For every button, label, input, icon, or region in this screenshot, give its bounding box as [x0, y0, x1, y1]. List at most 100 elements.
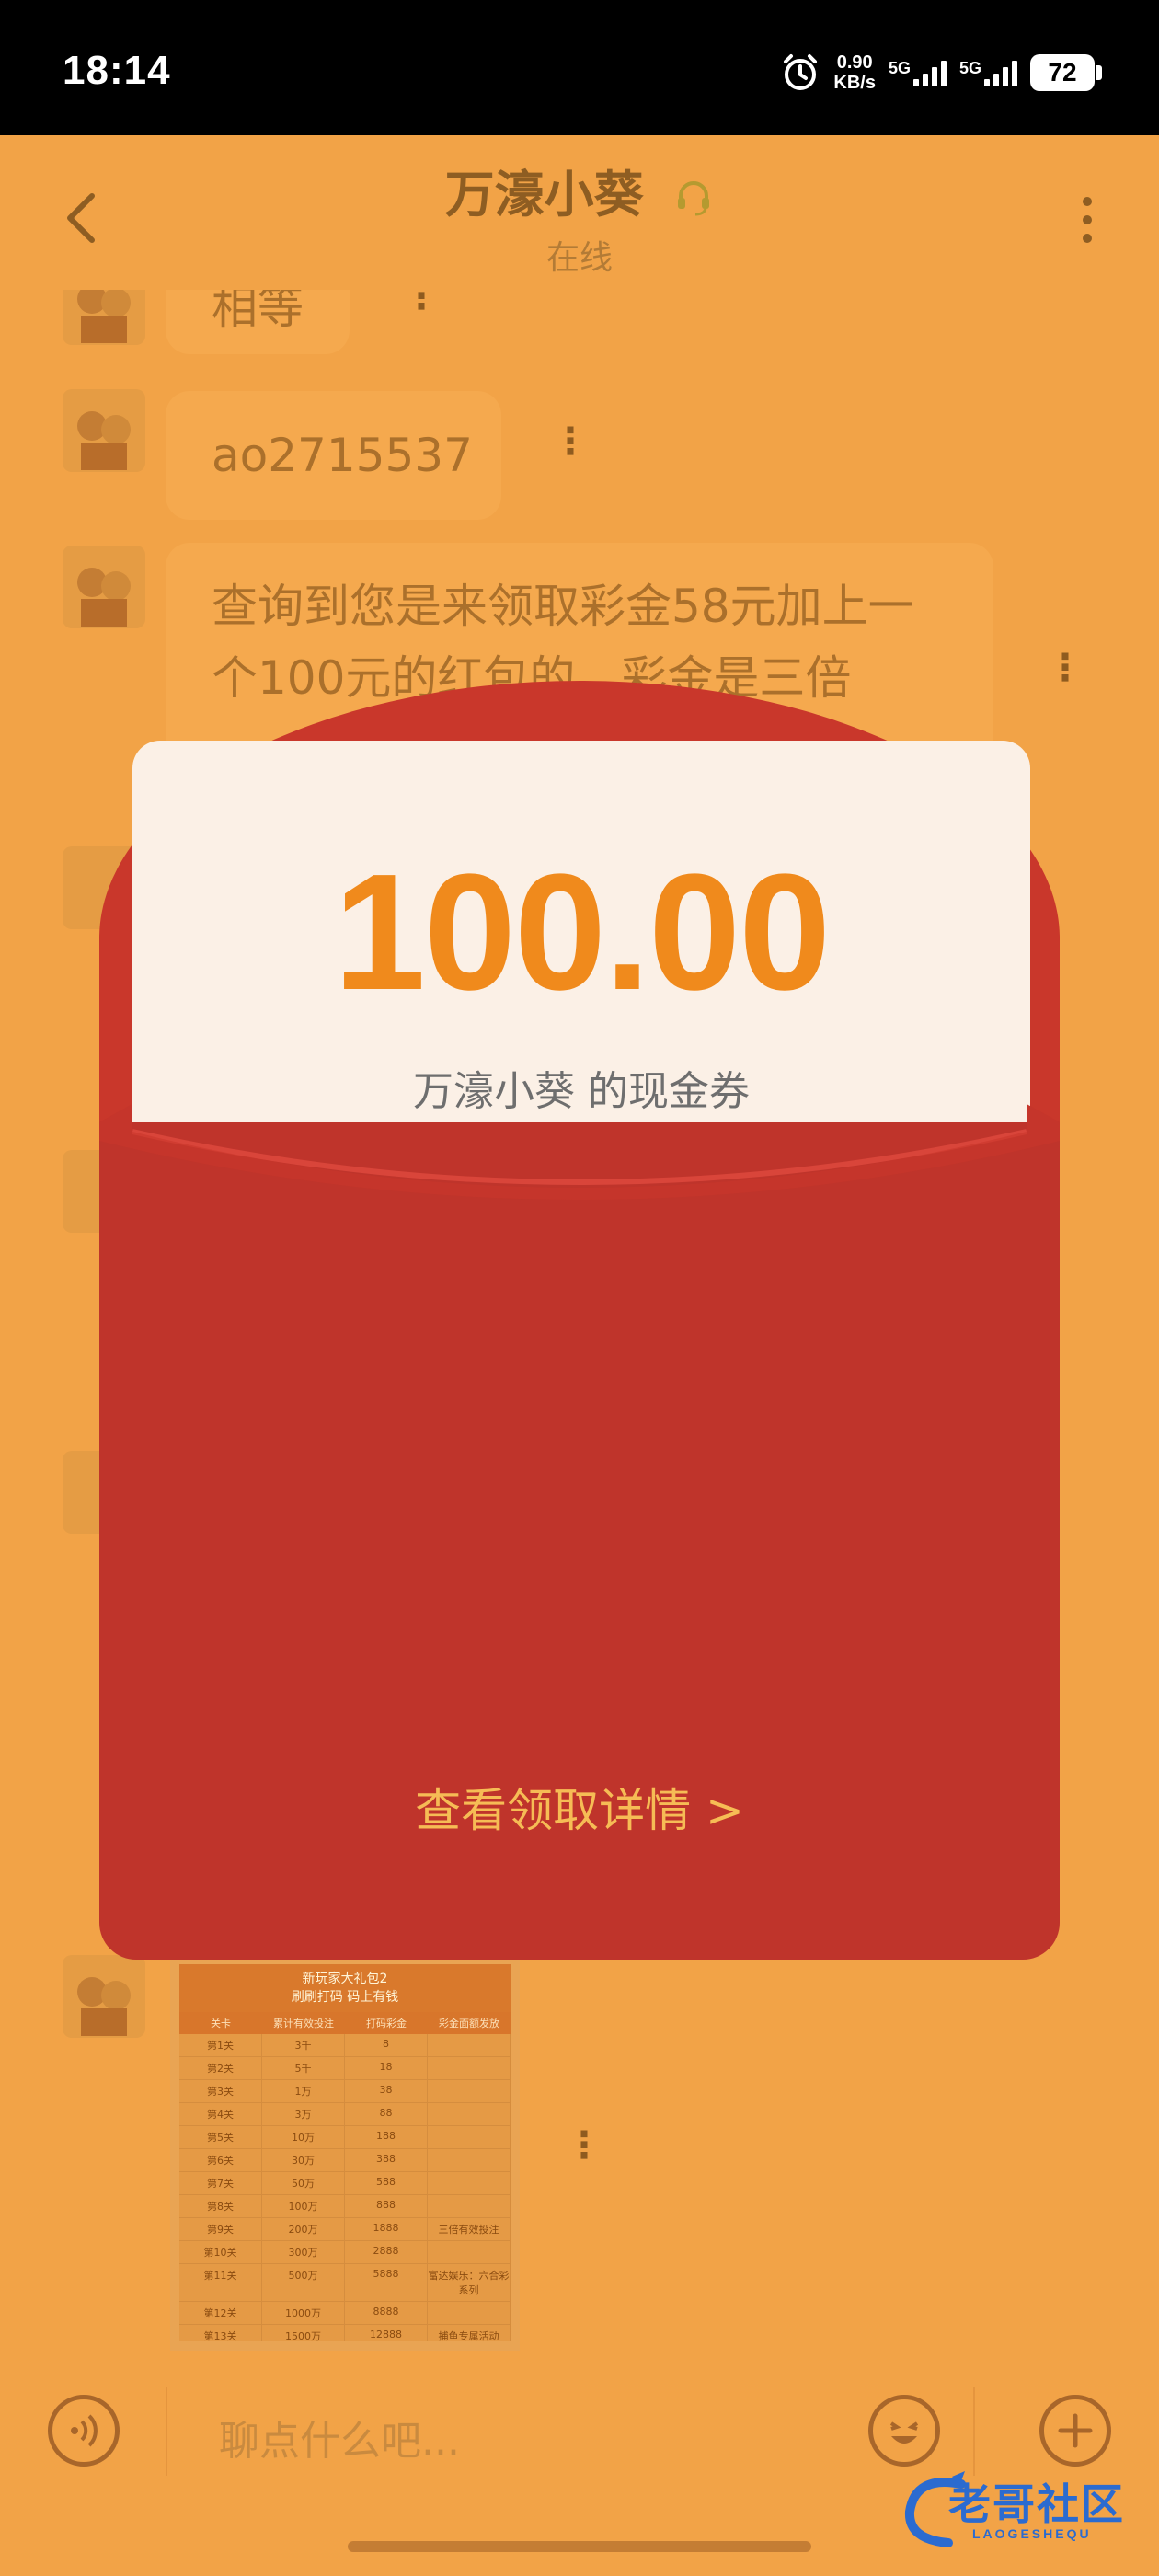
signal-2: 5G — [959, 59, 1017, 86]
table-cell: 第7关 — [179, 2172, 262, 2194]
avatar[interactable] — [63, 1955, 145, 2038]
table-cell — [428, 2195, 511, 2217]
avatar-image — [77, 568, 131, 627]
table-cell — [428, 2080, 511, 2102]
table-cell: 188 — [345, 2126, 428, 2148]
table-row: 第8关 100万 888 — [179, 2195, 511, 2218]
red-packet-amount: 100.00 — [333, 840, 832, 1025]
table-cell: 8 — [345, 2034, 428, 2056]
table-row: 第13关 1500万 12888 捕鱼专属活动 — [179, 2325, 511, 2341]
promo-table-body: 第1关 3千 8 第2关 5千 18 第3关 1万 38 第4关 3万 88 第5关 10万 188 第6关 3… — [179, 2034, 511, 2341]
online-status: 在线 — [545, 239, 613, 277]
view-claim-details-link[interactable]: 查看领取详情 > — [99, 1774, 1060, 1840]
message-more-icon[interactable]: ⋮ — [1047, 650, 1084, 686]
table-cell: 888 — [345, 2195, 428, 2217]
table-cell — [428, 2126, 511, 2148]
avatar[interactable] — [63, 290, 145, 345]
table-cell: 第6关 — [179, 2149, 262, 2171]
table-cell: 捕鱼专属活动 — [428, 2325, 511, 2341]
promo-table-header: 关卡 累计有效投注 打码彩金 彩金面额发放 — [179, 2012, 511, 2034]
message-bubble[interactable]: 相等 — [166, 290, 350, 354]
alarm-icon — [784, 54, 818, 90]
table-cell: 第5关 — [179, 2126, 262, 2148]
red-packet-dialog[interactable]: 100.00 万濠小葵 的现金券 查看领取详情 > — [99, 681, 1060, 1960]
message-input-placeholder: 聊点什么吧... — [219, 2418, 460, 2465]
table-row: 第1关 3千 8 — [179, 2034, 511, 2057]
table-cell: 第2关 — [179, 2057, 262, 2079]
promo-table-title: 新玩家大礼包2 刷刷打码 码上有钱 — [179, 1964, 511, 2012]
table-cell: 18 — [345, 2057, 428, 2079]
table-row: 第12关 1000万 8888 — [179, 2302, 511, 2325]
table-cell: 388 — [345, 2149, 428, 2171]
table-cell: 588 — [345, 2172, 428, 2194]
message-more-icon[interactable]: ⋮ — [566, 2127, 602, 2164]
battery-icon: 72 — [1030, 54, 1102, 91]
table-cell: 1000万 — [262, 2302, 345, 2324]
avatar[interactable] — [63, 546, 145, 628]
chat-header: 万濠小葵 在线 — [0, 135, 1159, 290]
message-more-icon[interactable]: ⋮ — [403, 290, 440, 315]
table-cell: 12888 — [345, 2325, 428, 2341]
table-row: 第4关 3万 88 — [179, 2103, 511, 2126]
table-cell: 第12关 — [179, 2302, 262, 2324]
table-cell: 1500万 — [262, 2325, 345, 2341]
table-cell: 8888 — [345, 2302, 428, 2324]
status-bar: 18:14 0.90 KB/s 5G 5G 72 — [0, 0, 1159, 135]
table-cell: 第4关 — [179, 2103, 262, 2125]
table-row: 第9关 200万 1888 三倍有效投注 — [179, 2218, 511, 2241]
message-bubble[interactable]: ao2715537 — [166, 391, 501, 520]
table-cell — [428, 2103, 511, 2125]
table-row: 第3关 1万 38 — [179, 2080, 511, 2103]
table-cell: 5888 — [345, 2264, 428, 2301]
clock: 18:14 — [63, 48, 171, 93]
voice-input-icon[interactable] — [48, 2395, 120, 2467]
table-row: 第6关 30万 388 — [179, 2149, 511, 2172]
table-cell: 富达娱乐：六合彩系列 — [428, 2264, 511, 2301]
signal-bars-icon — [984, 59, 1017, 86]
table-cell: 50万 — [262, 2172, 345, 2194]
message-input[interactable]: 聊点什么吧... — [166, 2387, 975, 2476]
avatar-image — [77, 1977, 131, 2036]
avatar-image — [77, 411, 131, 470]
network-speed: 0.90 KB/s — [833, 52, 876, 93]
table-cell: 5千 — [262, 2057, 345, 2079]
headset-icon — [678, 181, 710, 216]
table-cell — [428, 2172, 511, 2194]
table-row: 第11关 500万 5888 富达娱乐：六合彩系列 — [179, 2264, 511, 2302]
table-row: 第5关 10万 188 — [179, 2126, 511, 2149]
emoji-icon[interactable] — [868, 2395, 940, 2467]
table-cell: 第13关 — [179, 2325, 262, 2341]
signal-1: 5G — [889, 59, 947, 86]
message-more-icon[interactable]: ⋮ — [552, 423, 589, 460]
table-cell: 10万 — [262, 2126, 345, 2148]
table-cell: 88 — [345, 2103, 428, 2125]
table-cell: 300万 — [262, 2241, 345, 2263]
table-cell: 第8关 — [179, 2195, 262, 2217]
table-cell — [428, 2149, 511, 2171]
table-cell: 200万 — [262, 2218, 345, 2240]
status-icons: 0.90 KB/s 5G 5G 72 — [780, 50, 1102, 96]
signal-bars-icon — [912, 59, 947, 86]
table-cell: 第9关 — [179, 2218, 262, 2240]
avatar[interactable] — [63, 389, 145, 472]
table-cell — [428, 2057, 511, 2079]
table-cell: 3万 — [262, 2103, 345, 2125]
table-cell: 2888 — [345, 2241, 428, 2263]
table-cell: 30万 — [262, 2149, 345, 2171]
promo-table-image[interactable]: 新玩家大礼包2 刷刷打码 码上有钱 关卡 累计有效投注 打码彩金 彩金面额发放 … — [170, 1955, 520, 2351]
home-indicator[interactable] — [348, 2541, 811, 2552]
table-cell — [428, 2302, 511, 2324]
more-options-icon[interactable] — [1060, 183, 1115, 257]
table-cell: 第3关 — [179, 2080, 262, 2102]
table-cell: 1888 — [345, 2218, 428, 2240]
plus-icon[interactable] — [1039, 2395, 1111, 2467]
contact-name: 万濠小葵 — [0, 154, 1159, 226]
table-cell: 100万 — [262, 2195, 345, 2217]
table-cell: 第1关 — [179, 2034, 262, 2056]
table-cell: 3千 — [262, 2034, 345, 2056]
table-cell: 三倍有效投注 — [428, 2218, 511, 2240]
watermark-logo: 老哥社区 LAOGESHEQU — [897, 2466, 1145, 2558]
table-cell — [428, 2241, 511, 2263]
avatar-image — [77, 290, 131, 343]
table-cell: 第11关 — [179, 2264, 262, 2301]
